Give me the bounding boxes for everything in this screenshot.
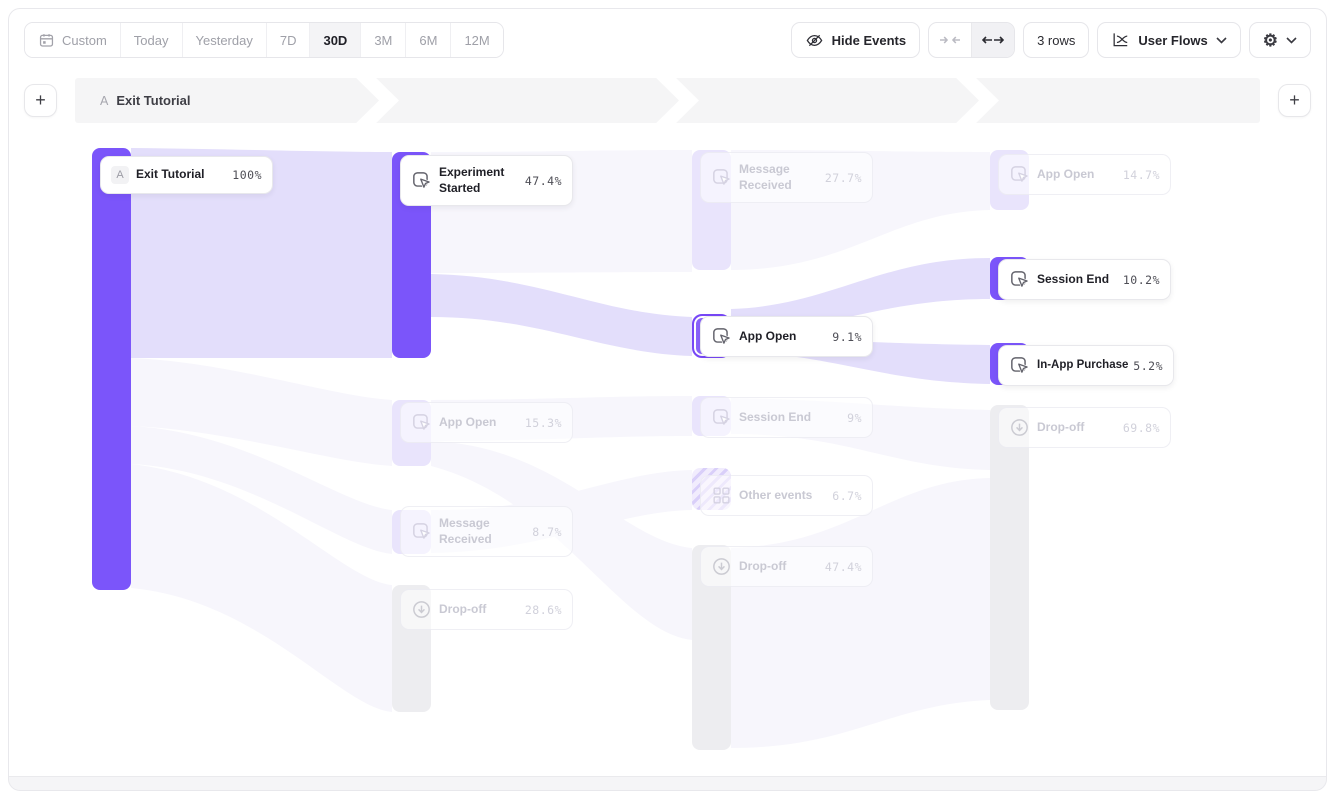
step-a-badge: A [111,166,129,184]
step-header-band [75,78,1260,123]
settings-button[interactable]: ⚙ [1249,22,1311,58]
event-icon [411,412,432,433]
node-label: Drop-off [439,602,518,618]
toolbar-right: Hide Events 3 rows User Flows ⚙ [791,22,1311,58]
node-value: 9% [847,411,862,425]
collapse-button[interactable] [929,23,971,57]
chevron-down-icon [1286,37,1297,44]
view-selector-button[interactable]: User Flows [1097,22,1240,58]
node-value: 9.1% [832,330,862,344]
flow-card[interactable]: Session End 10.2% [998,259,1171,300]
flow-bar[interactable] [990,405,1029,710]
event-icon [1009,269,1030,290]
node-value: 15.3% [525,416,562,430]
node-value: 28.6% [525,603,562,617]
flow-card[interactable]: In-App Purchase 5.2% [998,345,1174,386]
date-range-label: Custom [62,33,107,48]
node-label: In-App Purchase [1037,358,1126,373]
date-range-7d[interactable]: 7D [267,23,311,57]
step-badge: A [100,94,108,108]
node-value: 10.2% [1123,273,1160,287]
node-label: Exit Tutorial [136,167,225,183]
drop-off-icon [411,599,432,620]
flow-card[interactable]: Drop-off 47.4% [700,546,873,587]
date-range-custom[interactable]: Custom [25,23,121,57]
event-icon [411,521,432,542]
flow-card[interactable]: App Open 15.3% [400,402,573,443]
chevron-down-icon [1216,37,1227,44]
node-label: App Open [1037,167,1116,183]
other-events-icon [711,485,732,506]
flows-chart-icon [1111,31,1130,50]
node-label: App Open [439,415,518,431]
toolbar: Custom Today Yesterday 7D 30D 3M 6M 12M … [24,22,1311,58]
flow-card[interactable]: Session End 9% [700,397,873,438]
event-icon [711,167,732,188]
hide-events-button[interactable]: Hide Events [791,22,920,58]
node-label: Drop-off [1037,420,1116,436]
flow-card[interactable]: Experiment Started 47.4% [400,155,573,206]
expand-button[interactable] [971,23,1014,57]
arrows-expand-icon [982,33,1004,47]
event-icon [1009,164,1030,185]
event-icon [1009,355,1030,376]
node-value: 8.7% [532,525,562,539]
date-range-control: Custom Today Yesterday 7D 30D 3M 6M 12M [24,22,504,58]
node-label: Drop-off [739,559,818,575]
eye-off-icon [805,31,824,50]
node-value: 6.7% [832,489,862,503]
flow-card[interactable]: Message Received 8.7% [400,506,573,557]
collapse-expand-control [928,22,1015,58]
flow-card[interactable]: A Exit Tutorial 100% [100,156,273,194]
bottom-scrollbar-track[interactable] [9,776,1326,790]
node-label: Other events [739,488,825,504]
node-value: 69.8% [1123,421,1160,435]
date-range-yesterday[interactable]: Yesterday [183,23,267,57]
flow-card[interactable]: Drop-off 28.6% [400,589,573,630]
flow-card[interactable]: App Open 14.7% [998,154,1171,195]
node-value: 47.4% [525,174,562,188]
node-value: 27.7% [825,171,862,185]
flow-card[interactable]: App Open 9.1% [700,316,873,357]
date-range-today[interactable]: Today [121,23,183,57]
date-range-30d[interactable]: 30D [310,23,361,57]
flow-card[interactable]: Message Received 27.7% [700,152,873,203]
flow-card[interactable]: Other events 6.7% [700,475,873,516]
drop-off-icon [711,556,732,577]
node-label: Session End [739,410,840,426]
step-header[interactable]: A Exit Tutorial [100,78,191,123]
node-label: Experiment Started [439,165,518,196]
node-label: Message Received [739,162,818,193]
node-value: 100% [232,168,262,182]
node-label: App Open [739,329,825,345]
node-value: 47.4% [825,560,862,574]
date-range-3m[interactable]: 3M [361,23,406,57]
flow-bar[interactable] [92,148,131,590]
flow-card[interactable]: Drop-off 69.8% [998,407,1171,448]
rows-button[interactable]: 3 rows [1023,22,1089,58]
node-value: 5.2% [1133,359,1163,373]
calendar-icon [38,32,55,49]
node-label: Session End [1037,272,1116,288]
event-icon [711,407,732,428]
add-step-right-button[interactable]: + [1278,84,1311,117]
drop-off-icon [1009,417,1030,438]
date-range-6m[interactable]: 6M [406,23,451,57]
arrows-collapse-icon [939,33,961,47]
gear-icon: ⚙ [1263,32,1278,49]
date-range-12m[interactable]: 12M [451,23,502,57]
node-value: 14.7% [1123,168,1160,182]
event-icon [411,170,432,191]
add-step-left-button[interactable]: + [24,84,57,117]
node-label: Message Received [439,516,525,547]
step-title: Exit Tutorial [116,93,190,108]
event-icon [711,326,732,347]
